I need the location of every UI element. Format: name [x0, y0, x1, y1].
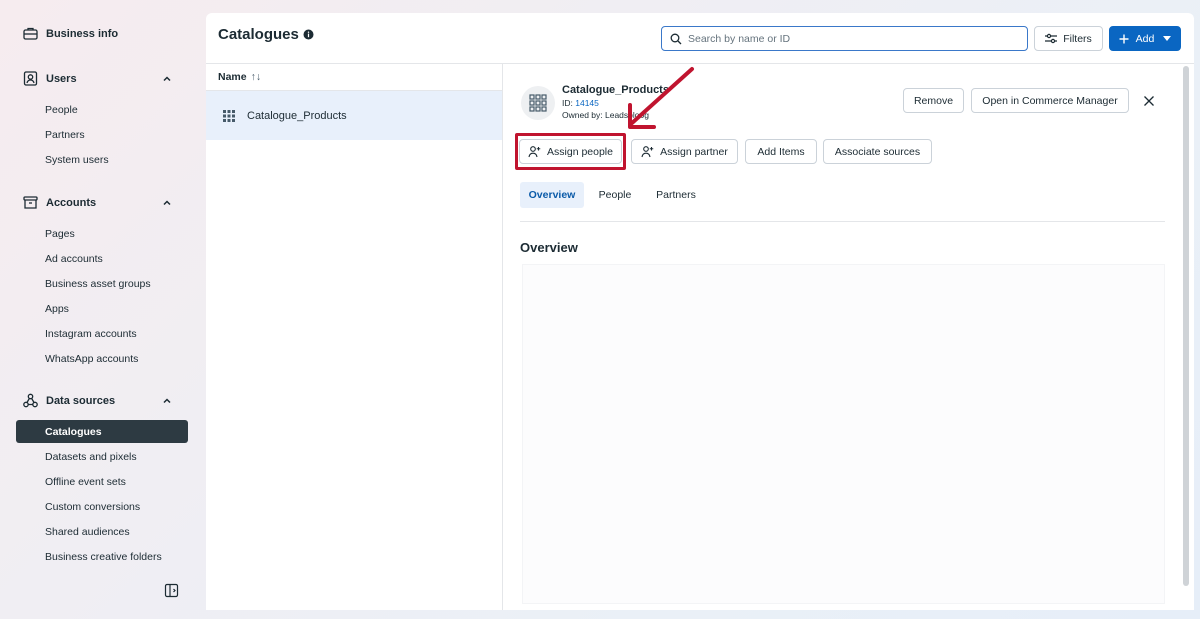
sidebar-item-pages[interactable]: Pages — [45, 228, 75, 240]
search-icon — [670, 33, 682, 45]
list-item-label: Catalogue_Products — [247, 109, 347, 122]
list-item[interactable]: Catalogue_Products — [206, 91, 502, 140]
close-icon[interactable] — [1143, 95, 1155, 107]
scrollbar[interactable] — [1183, 66, 1189, 586]
sidebar-section-label: Accounts — [46, 196, 97, 209]
search-input[interactable] — [688, 32, 1008, 45]
sidebar-item-instagram-accounts[interactable]: Instagram accounts — [45, 328, 137, 340]
sidebar-item-datasets-and-pixels[interactable]: Datasets and pixels — [45, 451, 137, 463]
main-panel: Catalogues Filters Add Name ↑↓ Catalog — [206, 13, 1194, 610]
annotation-arrow — [628, 67, 694, 129]
add-items-label: Add Items — [757, 145, 805, 158]
sidebar: Business info Users People Partners Syst… — [0, 0, 200, 619]
grid-icon — [529, 94, 547, 112]
add-label: Add — [1135, 32, 1155, 45]
highlight-box — [515, 133, 626, 170]
sidebar-section-label: Data sources — [46, 394, 116, 407]
add-items-button[interactable]: Add Items — [745, 139, 817, 164]
sidebar-section-data-sources[interactable]: Data sources — [22, 392, 115, 409]
open-commerce-label: Open in Commerce Manager — [982, 94, 1118, 107]
sidebar-item-partners[interactable]: Partners — [45, 129, 85, 141]
sidebar-item-ad-accounts[interactable]: Ad accounts — [45, 253, 103, 265]
assign-partner-button[interactable]: Assign partner — [631, 139, 738, 164]
chevron-up-icon[interactable] — [162, 396, 172, 406]
sidebar-item-shared-audiences[interactable]: Shared audiences — [45, 526, 130, 538]
sort-icon[interactable]: ↑↓ — [251, 71, 262, 83]
data-sources-icon — [22, 392, 39, 409]
open-in-commerce-manager-button[interactable]: Open in Commerce Manager — [971, 88, 1129, 113]
page-title: Catalogues — [218, 26, 299, 43]
id-value[interactable]: 14145 — [575, 98, 599, 108]
add-button[interactable]: Add — [1109, 26, 1181, 51]
users-icon — [22, 70, 39, 87]
caret-down-icon — [1163, 36, 1172, 41]
remove-label: Remove — [913, 94, 954, 107]
id-prefix: ID: — [562, 98, 576, 108]
sidebar-section-label: Users — [46, 72, 77, 85]
briefcase-icon — [22, 25, 39, 42]
tab-overview[interactable]: Overview — [520, 182, 584, 208]
chevron-up-icon[interactable] — [162, 74, 172, 84]
sidebar-label: Business info — [46, 27, 119, 40]
archive-icon — [22, 194, 39, 211]
sidebar-item-people[interactable]: People — [45, 104, 78, 116]
sidebar-section-users[interactable]: Users — [22, 70, 77, 87]
sidebar-section-accounts[interactable]: Accounts — [22, 194, 96, 211]
add-person-icon — [641, 145, 654, 158]
sidebar-item-system-users[interactable]: System users — [45, 154, 109, 166]
chevron-up-icon[interactable] — [162, 198, 172, 208]
sidebar-item-business-info[interactable]: Business info — [22, 25, 118, 42]
sidebar-item-catalogues[interactable] — [16, 420, 188, 443]
name-column-header[interactable]: Name ↑↓ — [218, 71, 261, 83]
filters-button[interactable]: Filters — [1034, 26, 1103, 51]
assign-partner-label: Assign partner — [660, 145, 728, 158]
grid-icon — [222, 109, 236, 123]
sidebar-item-custom-conversions[interactable]: Custom conversions — [45, 501, 140, 513]
sidebar-item-offline-event-sets[interactable]: Offline event sets — [45, 476, 126, 488]
tab-people[interactable]: People — [591, 182, 639, 208]
section-title: Overview — [520, 240, 578, 255]
associate-sources-button[interactable]: Associate sources — [823, 139, 932, 164]
associate-sources-label: Associate sources — [834, 145, 921, 158]
collapse-sidebar-icon[interactable] — [164, 583, 179, 598]
sidebar-item-whatsapp-accounts[interactable]: WhatsApp accounts — [45, 353, 138, 365]
pane-divider — [502, 64, 503, 610]
remove-button[interactable]: Remove — [903, 88, 964, 113]
sidebar-item-apps[interactable]: Apps — [45, 303, 69, 315]
overview-content — [522, 264, 1165, 604]
column-label: Name — [218, 71, 247, 83]
sidebar-item-business-creative-folders[interactable]: Business creative folders — [45, 551, 162, 563]
sidebar-item-label: Catalogues — [45, 426, 102, 438]
filters-label: Filters — [1063, 32, 1092, 45]
sidebar-item-business-asset-groups[interactable]: Business asset groups — [45, 278, 151, 290]
tab-divider — [520, 221, 1165, 222]
search-box[interactable] — [661, 26, 1028, 51]
sliders-icon — [1045, 33, 1058, 44]
info-icon[interactable] — [303, 29, 314, 40]
tab-partners[interactable]: Partners — [648, 182, 704, 208]
catalogue-id: ID: 14145 — [562, 98, 599, 108]
catalogue-avatar — [521, 86, 555, 120]
header-divider — [206, 63, 1194, 64]
plus-icon — [1119, 34, 1129, 44]
